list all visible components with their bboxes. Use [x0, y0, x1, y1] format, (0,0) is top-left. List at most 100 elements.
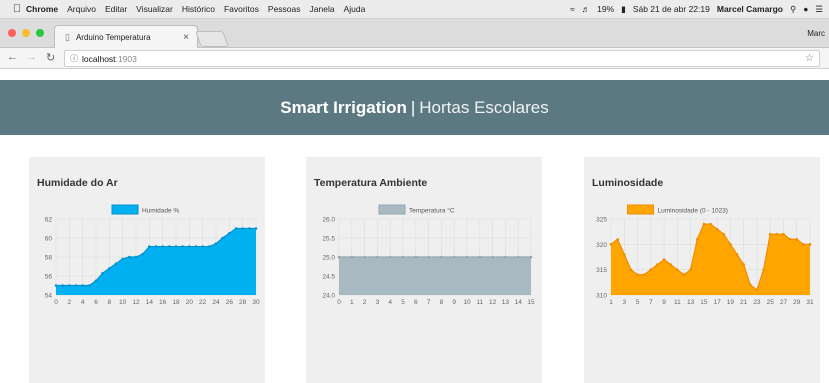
data-point [440, 255, 443, 259]
site-info-icon[interactable]: ⓘ [70, 53, 78, 64]
banner-subtitle: Hortas Escolares [419, 97, 549, 117]
menubar-status-area: ≈ ♬ 19% ▮ Sáb 21 de abr 22:19 Marcel Cam… [570, 4, 829, 15]
menu-item-visualizar[interactable]: Visualizar [136, 4, 173, 14]
x-tick-label: 17 [714, 299, 722, 306]
data-point [141, 252, 144, 256]
y-tick-label: 25.5 [322, 236, 335, 243]
x-tick-label: 4 [81, 299, 85, 306]
data-point [795, 237, 799, 241]
y-tick-label: 56 [45, 274, 53, 281]
x-tick-label: 23 [753, 299, 761, 306]
back-arrow-icon[interactable]: ← [7, 51, 18, 63]
humidity-card: Humidade do Ar Humidade % 54 56 58 60 62 0 2 4 6 8… [29, 157, 265, 383]
menu-item-arquivo[interactable]: Arquivo [67, 4, 96, 14]
y-tick-label: 24.5 [322, 274, 335, 281]
y-tick-label: 325 [596, 217, 607, 224]
x-tick-label: 9 [452, 299, 456, 306]
battery-percent[interactable]: 19% [597, 4, 614, 14]
user-name[interactable]: Marcel Camargo [717, 4, 783, 14]
data-point [168, 245, 171, 248]
forward-arrow-icon[interactable]: → [26, 51, 37, 63]
data-point [61, 284, 64, 287]
data-point [234, 227, 238, 230]
data-point [201, 245, 204, 248]
data-point [629, 268, 633, 271]
legend-label: Humidade % [142, 208, 179, 215]
x-tick-label: 2 [363, 299, 367, 306]
x-tick-label: 12 [489, 299, 497, 306]
new-tab-button[interactable] [195, 31, 229, 47]
menu-app-name[interactable]: Chrome [26, 4, 58, 14]
data-point [609, 243, 613, 246]
clock[interactable]: Sáb 21 de abr 22:19 [633, 4, 710, 14]
x-tick-label: 5 [401, 299, 405, 306]
y-tick-label: 62 [45, 217, 53, 224]
data-point [54, 284, 58, 287]
menu-item-favoritos[interactable]: Favoritos [224, 4, 259, 14]
volume-icon[interactable]: ♬ [582, 4, 591, 14]
x-tick-label: 2 [68, 299, 72, 306]
close-window-button[interactable] [8, 29, 16, 37]
data-point [722, 232, 726, 236]
data-point [88, 284, 91, 287]
data-point [735, 253, 739, 256]
battery-icon[interactable]: ▮ [621, 4, 626, 15]
menu-item-ajuda[interactable]: Ajuda [344, 4, 366, 14]
data-point [709, 222, 712, 226]
bookmark-star-icon[interactable]: ☆ [805, 53, 814, 64]
data-point [642, 273, 646, 277]
data-point [188, 245, 191, 248]
x-tick-label: 11 [674, 299, 681, 306]
y-tick-label: 315 [596, 267, 607, 274]
data-point [802, 243, 805, 246]
x-tick-label: 10 [119, 299, 127, 306]
data-point [214, 242, 218, 245]
data-point [465, 255, 469, 259]
y-tick-label: 24.0 [322, 293, 335, 300]
apple-icon[interactable]:  [8, 3, 26, 15]
data-point [695, 237, 699, 241]
siri-icon[interactable]: ● [803, 4, 808, 14]
data-point [174, 245, 178, 248]
legend-swatch [378, 204, 406, 215]
menu-item-editar[interactable]: Editar [105, 4, 127, 14]
close-tab-icon[interactable]: × [183, 32, 189, 43]
browser-tab-strip: ▯ Arduino Temperatura × Marc [0, 19, 829, 48]
menu-item-janela[interactable]: Janela [310, 4, 335, 14]
x-tick-label: 5 [636, 299, 640, 306]
data-point [128, 255, 131, 259]
luminosity-card: Luminosidade Luminosidade (0 - 1023) 310 3… [584, 157, 820, 383]
y-tick-label: 310 [596, 293, 607, 300]
x-tick-label: 0 [54, 299, 58, 306]
x-tick-label: 18 [172, 299, 180, 306]
x-tick-label: 15 [527, 299, 535, 306]
data-point [427, 255, 430, 259]
y-tick-label: 54 [45, 293, 53, 300]
reload-icon[interactable]: ↻ [46, 51, 55, 64]
data-point [388, 255, 392, 259]
zoom-window-button[interactable] [36, 29, 44, 37]
data-point [636, 273, 639, 277]
data-point [478, 255, 482, 259]
data-point [808, 243, 812, 246]
legend-swatch [627, 204, 654, 215]
x-tick-label: 27 [780, 299, 788, 306]
legend-label: Luminosidade (0 - 1023) [658, 208, 728, 215]
data-point [121, 257, 124, 261]
spotlight-search-icon[interactable]: ⚲ [790, 4, 796, 15]
menu-item-historico[interactable]: Histórico [182, 4, 215, 14]
x-tick-label: 10 [463, 299, 471, 306]
data-point [689, 268, 692, 271]
minimize-window-button[interactable] [22, 29, 30, 37]
banner-separator: | [410, 97, 416, 117]
profile-button[interactable]: Marc [807, 29, 825, 38]
wifi-icon[interactable]: ≈ [570, 4, 575, 14]
data-point [662, 258, 666, 261]
browser-tab[interactable]: ▯ Arduino Temperatura × [54, 25, 198, 48]
data-point [134, 255, 138, 259]
notification-center-icon[interactable]: ☰ [815, 4, 823, 15]
address-bar[interactable]: ⓘ localhost :1903 ☆ [64, 50, 820, 67]
data-point [154, 245, 158, 248]
data-point [376, 255, 379, 259]
menu-item-pessoas[interactable]: Pessoas [268, 4, 301, 14]
